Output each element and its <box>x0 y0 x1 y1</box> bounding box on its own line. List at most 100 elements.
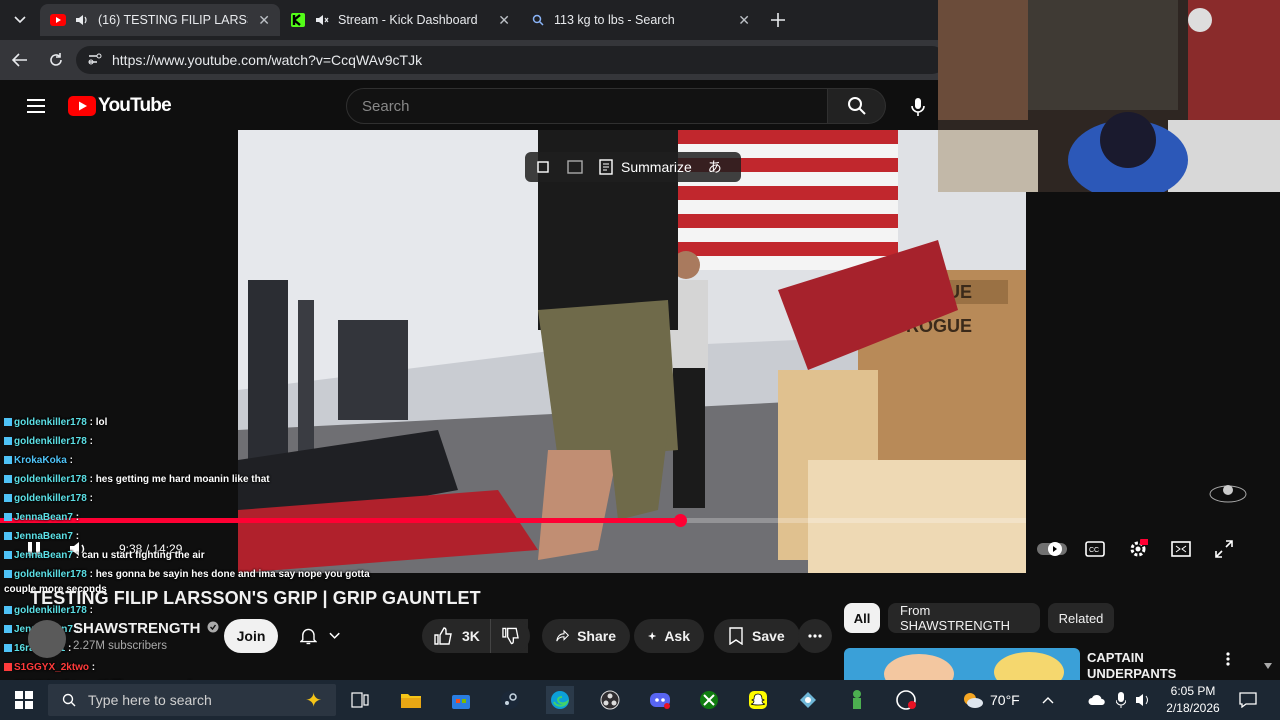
new-tab-icon[interactable] <box>766 8 790 32</box>
chip-related[interactable]: Related <box>1048 603 1114 633</box>
chevron-down-icon <box>329 632 340 639</box>
bookmark-icon <box>729 627 743 645</box>
tab-label: 113 kg to lbs - Search <box>554 13 675 27</box>
edge-icon[interactable] <box>546 686 574 714</box>
volume-tray-icon[interactable] <box>1132 686 1154 714</box>
youtube-logo[interactable]: YouTube <box>68 95 172 117</box>
autoplay-toggle[interactable] <box>1036 540 1068 558</box>
fullscreen-icon[interactable] <box>1213 539 1235 559</box>
tab-search[interactable]: 113 kg to lbs - Search ✕ <box>520 4 760 36</box>
chip-label: All <box>853 610 871 626</box>
muted-speaker-icon[interactable] <box>314 12 330 28</box>
chat-separator: : <box>65 643 72 654</box>
channel-avatar[interactable] <box>28 620 66 658</box>
subscribe-notification-button[interactable] <box>286 619 354 653</box>
chat-separator: : <box>86 493 93 504</box>
close-tab-icon[interactable]: ✕ <box>258 12 270 29</box>
chip-from-channel[interactable]: From SHAWSTRENGTH <box>888 603 1040 633</box>
crop-icon[interactable] <box>531 160 555 174</box>
close-tab-icon[interactable]: ✕ <box>738 12 750 29</box>
tab-list-icon[interactable] <box>8 8 32 32</box>
windows-taskbar: Type here to search ✦ 70°F 6:05 PM 2/18/… <box>0 680 1280 720</box>
back-icon[interactable] <box>8 48 32 72</box>
xbox-icon[interactable] <box>695 686 723 714</box>
chat-badge-icon <box>4 513 12 522</box>
steam-icon[interactable] <box>496 686 524 714</box>
chat-badge-icon <box>4 663 12 672</box>
clock[interactable]: 6:05 PM 2/18/2026 <box>1163 683 1223 717</box>
chat-username: JennaBean7 <box>14 512 73 523</box>
chat-text: lol <box>95 417 108 428</box>
join-button[interactable]: Join <box>224 619 278 653</box>
more-actions-button[interactable] <box>798 619 832 653</box>
screenshot-icon[interactable] <box>563 160 587 174</box>
speaker-icon[interactable] <box>74 12 90 28</box>
app-icon-3[interactable] <box>892 686 920 714</box>
theater-mode-icon[interactable] <box>1170 539 1192 559</box>
ask-label: Ask <box>664 628 690 644</box>
translate-icon[interactable]: あ <box>708 157 722 177</box>
app-icon-2[interactable] <box>843 686 871 714</box>
thumbs-down-icon <box>502 627 519 645</box>
mic-icon[interactable] <box>905 94 931 120</box>
address-bar[interactable]: https://www.youtube.com/watch?v=CcqWAv9c… <box>76 46 946 74</box>
chat-username: goldenkiller178 <box>14 474 87 485</box>
chat-message: goldenkiller178 : lol <box>4 417 107 428</box>
chip-label: Related <box>1058 610 1104 626</box>
dislike-button[interactable] <box>490 619 530 653</box>
recommended-title[interactable]: CAPTAIN UNDERPANTS <box>1087 650 1197 680</box>
chat-username: JennaBean7 <box>14 550 73 561</box>
cloud-icon[interactable] <box>1086 686 1108 714</box>
scroll-down-arrow-icon[interactable] <box>1262 660 1274 672</box>
search-placeholder: Search <box>362 97 410 115</box>
settings-icon[interactable] <box>1127 538 1149 560</box>
notifications-icon[interactable] <box>1234 686 1262 714</box>
chat-separator: : <box>72 512 80 523</box>
captions-icon[interactable]: CC <box>1084 539 1106 559</box>
chip-all[interactable]: All <box>844 603 880 633</box>
mic-tray-icon[interactable] <box>1110 686 1132 714</box>
app-icon-1[interactable] <box>794 686 822 714</box>
chat-message: S1GGYX_2ktwo : <box>4 662 95 673</box>
reload-icon[interactable] <box>44 48 68 72</box>
chat-separator: : <box>86 474 96 485</box>
channel-name-text: SHAWSTRENGTH <box>73 620 201 637</box>
save-label: Save <box>752 628 785 644</box>
channel-watermark-icon[interactable] <box>1206 478 1250 506</box>
recommended-thumbnail[interactable] <box>844 648 1080 680</box>
chat-separator: : <box>86 569 96 580</box>
chat-separator: : <box>89 662 96 673</box>
share-icon <box>556 629 570 642</box>
close-tab-icon[interactable]: ✕ <box>498 12 510 29</box>
share-label: Share <box>577 628 616 644</box>
chat-username: goldenkiller178 <box>14 569 87 580</box>
share-button[interactable]: Share <box>542 619 630 653</box>
discord-icon[interactable] <box>646 686 674 714</box>
store-icon[interactable] <box>447 686 475 714</box>
youtube-logo-text: YouTube <box>98 95 172 116</box>
recommended-more-icon[interactable] <box>1220 650 1236 668</box>
weather-icon[interactable] <box>958 686 986 714</box>
obs-icon[interactable] <box>596 686 624 714</box>
channel-name[interactable]: SHAWSTRENGTH <box>73 620 219 637</box>
snapchat-icon[interactable] <box>744 686 772 714</box>
document-icon <box>599 159 613 175</box>
start-button[interactable] <box>10 686 38 714</box>
video-title: TESTING FILIP LARSSON'S GRIP | GRIP GAUN… <box>30 588 481 608</box>
search-input[interactable]: Search <box>346 88 828 124</box>
show-hidden-icons-icon[interactable] <box>1036 686 1060 714</box>
chat-badge-icon <box>4 551 12 560</box>
taskbar-search-input[interactable]: Type here to search ✦ <box>48 684 336 716</box>
ask-button[interactable]: Ask <box>634 619 704 653</box>
search-button[interactable] <box>828 88 886 124</box>
site-info-icon[interactable] <box>88 52 102 68</box>
weather-temp[interactable]: 70°F <box>990 692 1020 708</box>
save-button[interactable]: Save <box>714 619 800 653</box>
summarize-button[interactable]: Summarize <box>599 159 692 175</box>
file-explorer-icon[interactable] <box>397 686 425 714</box>
task-view-icon[interactable] <box>346 686 374 714</box>
tab-kick[interactable]: Stream - Kick Dashboard ✕ <box>280 4 520 36</box>
menu-icon[interactable] <box>24 94 48 118</box>
search-icon <box>62 693 76 707</box>
tab-youtube[interactable]: (16) TESTING FILIP LARSSON'S ✕ <box>40 4 280 36</box>
